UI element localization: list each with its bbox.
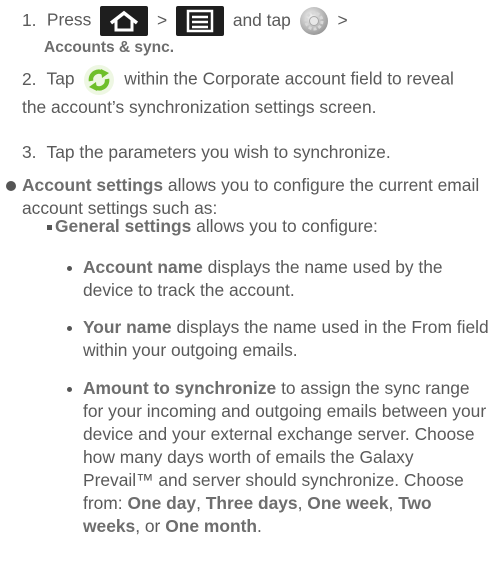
description: allows you to configure: [196,216,378,236]
step-3-text: Tap the parameters you wish to synchroni… [46,142,391,162]
menu-icon [175,6,224,36]
bullet-icon [67,266,72,271]
your-name-item: Your name displays the name used in the … [83,316,493,362]
step-number: 3. [22,142,37,162]
period: . [256,516,262,536]
option-three-days: Three days [205,493,298,513]
menu-path: Accounts & sync. [44,39,175,56]
term: Account name [83,257,203,277]
term: Account settings [22,175,164,195]
step-3: 3. Tap the parameters you wish to synchr… [22,141,482,164]
separator: > [337,9,348,30]
account-settings-item: Account settings allows you to configure… [22,174,492,220]
term: Your name [83,317,172,337]
bullet-icon [67,387,72,392]
amount-sync-item: Amount to synchronize to assign the sync… [83,377,488,538]
bullet-icon [67,326,72,331]
manual-page: 1. Press > and tap > Accounts & sync. 2.… [0,0,500,570]
term: General settings [55,216,192,236]
general-settings-item: General settings allows you to configure… [55,215,485,238]
step-text-and-tap: and tap [232,9,291,30]
sync-icon [83,64,115,96]
bullet-icon [47,225,52,230]
step-text-tap: Tap [46,68,75,89]
separator: , [196,493,201,513]
bullet-icon [6,181,16,191]
separator: , or [135,516,161,536]
step-number: 2. [22,68,37,89]
option-one-month: One month [165,516,257,536]
account-name-item: Account name displays the name used by t… [83,256,493,302]
gear-icon [299,6,329,36]
separator: , [388,493,394,513]
step-text-press: Press [46,9,92,30]
term: Amount to synchronize [83,378,277,398]
option-one-day: One day [127,493,197,513]
separator: , [297,493,303,513]
step-2: 2. Tap within the Corporate account fiel… [22,64,482,119]
separator: > [156,9,168,30]
home-icon [100,6,149,36]
option-one-week: One week [307,493,389,513]
step-number: 1. [22,9,37,30]
step-1: 1. Press > and tap > Accounts & sync. [22,6,482,59]
